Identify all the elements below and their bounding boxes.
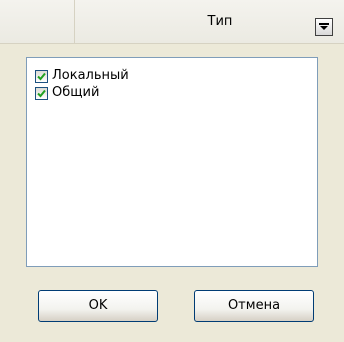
filter-list: Локальный Общий	[26, 57, 318, 267]
column-header: Тип	[0, 0, 344, 44]
header-separator	[74, 0, 75, 43]
ok-button[interactable]: OK	[38, 290, 158, 322]
check-icon	[37, 89, 46, 97]
check-icon	[37, 72, 46, 80]
chevron-down-icon	[319, 23, 329, 30]
dropdown-button[interactable]	[315, 18, 333, 36]
list-item-label: Общий	[52, 85, 100, 100]
list-item-label: Локальный	[52, 68, 129, 83]
header-title: Тип	[207, 14, 233, 29]
list-item-shared[interactable]: Общий	[35, 85, 99, 101]
checkbox-local[interactable]	[35, 69, 48, 83]
cancel-button[interactable]: Отмена	[194, 290, 314, 322]
checkbox-shared[interactable]	[35, 86, 48, 100]
list-item-local[interactable]: Локальный	[35, 68, 129, 84]
